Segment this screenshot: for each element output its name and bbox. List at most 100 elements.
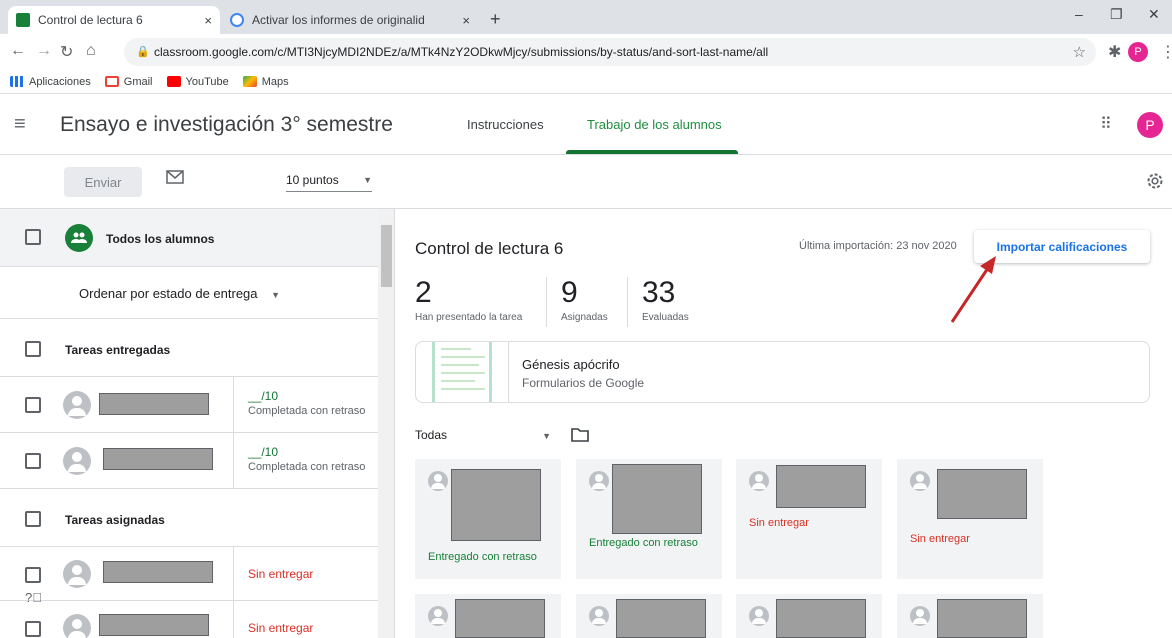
tab-student-work[interactable]: Trabajo de los alumnos (587, 117, 722, 132)
student-card[interactable]: Sin entregar (736, 459, 882, 579)
student-row[interactable]: Sin entregar (0, 547, 378, 601)
assignment-detail-panel: Control de lectura 6 Última importación:… (396, 209, 1172, 638)
bookmark-maps[interactable]: Maps (242, 76, 289, 88)
forward-icon[interactable]: → (36, 42, 52, 60)
submission-status: Completada con retraso (248, 405, 366, 417)
redacted-name (99, 393, 209, 415)
restore-icon[interactable]: ❐ (1110, 6, 1123, 23)
student-checkbox[interactable] (25, 621, 41, 637)
help-icon[interactable]: ?⃝ (25, 590, 42, 605)
student-checkbox[interactable] (25, 397, 41, 413)
sort-dropdown[interactable]: Ordenar por estado de entrega ▼ (79, 286, 280, 301)
send-button[interactable]: Enviar (64, 167, 142, 197)
section-header: Tareas entregadas (65, 343, 171, 357)
grade-cell[interactable]: Sin entregar (233, 601, 378, 638)
all-students-checkbox[interactable] (25, 229, 41, 245)
student-avatar (910, 471, 930, 491)
student-checkbox[interactable] (25, 567, 41, 583)
student-score: __/10 (248, 389, 279, 403)
attachment-title: Génesis apócrifo (522, 357, 620, 372)
section-checkbox[interactable] (25, 511, 41, 527)
student-card[interactable] (415, 594, 561, 638)
student-avatar (428, 606, 448, 626)
assigned-section-row: Tareas asignadas (0, 489, 378, 547)
close-window-icon[interactable]: ✕ (1148, 6, 1160, 23)
browser-tab[interactable]: Activar los informes de originalid × (222, 6, 478, 34)
student-checkbox[interactable] (25, 453, 41, 469)
stat-graded: 33 Evaluadas (642, 277, 689, 327)
group-icon (65, 224, 93, 252)
grade-cell[interactable]: __/10 Completada con retraso (233, 377, 378, 432)
menu-icon[interactable]: ≡ (14, 113, 26, 136)
extensions-icon[interactable]: ✱ (1108, 42, 1121, 62)
browser-profile-avatar[interactable]: P (1128, 42, 1148, 62)
redacted-submission (776, 599, 866, 638)
all-students-row[interactable]: Todos los alumnos (0, 209, 378, 267)
redacted-submission (937, 599, 1027, 638)
section-checkbox[interactable] (25, 341, 41, 357)
student-avatar (63, 391, 91, 419)
student-avatar (63, 560, 91, 588)
class-title[interactable]: Ensayo e investigación 3° semestre (60, 113, 393, 137)
browser-menu-icon[interactable]: ⋮ (1160, 42, 1172, 62)
student-card[interactable]: Entregado con retraso (415, 459, 561, 579)
stat-label: Asignadas (561, 312, 608, 323)
stat-divider (546, 277, 547, 327)
bookmark-youtube[interactable]: YouTube (166, 76, 229, 88)
address-bar[interactable]: 🔒 classroom.google.com/c/MTI3NjcyMDI2NDE… (124, 38, 1096, 66)
redacted-submission (616, 599, 706, 638)
account-avatar[interactable]: P (1137, 112, 1163, 138)
student-row[interactable]: __/10 Completada con retraso (0, 377, 378, 433)
bookmark-star-icon[interactable]: ☆ (1073, 43, 1086, 61)
action-bar: Enviar 10 puntos ▼ (0, 155, 1172, 209)
minimize-icon[interactable]: – (1075, 6, 1083, 22)
points-value: 10 puntos (286, 173, 339, 187)
attachment-card[interactable]: Génesis apócrifo Formularios de Google (415, 341, 1150, 403)
card-status: Entregado con retraso (428, 551, 537, 563)
assignment-title: Control de lectura 6 (415, 239, 564, 258)
home-icon[interactable]: ⌂ (86, 42, 96, 60)
redacted-submission (937, 469, 1027, 519)
student-card[interactable]: Sin entregar (897, 459, 1043, 579)
classroom-header: ≡ Ensayo e investigación 3° semestre Ins… (0, 95, 1172, 155)
close-tab-icon[interactable]: × (204, 13, 212, 28)
browser-tab-active[interactable]: Control de lectura 6 × (8, 6, 220, 34)
missing-status: Sin entregar (248, 621, 314, 635)
lock-icon: 🔒 (136, 46, 150, 58)
redacted-submission (776, 465, 866, 508)
import-grades-button[interactable]: Importar calificaciones (974, 230, 1150, 263)
student-avatar (428, 471, 448, 491)
browser-tab-bar: Control de lectura 6 × Activar los infor… (0, 0, 1172, 34)
bookmark-apps[interactable]: Aplicaciones (10, 76, 91, 88)
student-row[interactable]: __/10 Completada con retraso (0, 433, 378, 489)
tab-instructions[interactable]: Instrucciones (467, 117, 544, 132)
grade-cell[interactable]: Sin entregar (233, 547, 378, 600)
chevron-down-icon: ▼ (542, 431, 551, 441)
student-card[interactable] (736, 594, 882, 638)
student-card[interactable] (897, 594, 1043, 638)
email-icon[interactable] (166, 170, 184, 184)
google-apps-icon[interactable]: ⠿ (1100, 114, 1112, 134)
stat-value: 9 (561, 276, 578, 309)
redacted-name (99, 614, 209, 636)
back-icon[interactable]: ← (10, 42, 26, 60)
folder-icon[interactable] (571, 427, 589, 442)
filter-dropdown[interactable]: Todas ▼ (415, 428, 551, 442)
student-card[interactable]: Entregado con retraso (576, 459, 722, 579)
student-row[interactable]: Sin entregar (0, 601, 378, 638)
redacted-name (103, 561, 213, 583)
reload-icon[interactable]: ↻ (60, 42, 73, 62)
gear-icon[interactable] (1145, 171, 1165, 191)
scrollbar-thumb[interactable] (381, 225, 392, 287)
new-tab-button[interactable]: + (490, 9, 501, 30)
bookmarks-bar: Aplicaciones Gmail YouTube Maps (0, 70, 1172, 94)
close-tab-icon[interactable]: × (462, 13, 470, 28)
bookmark-gmail[interactable]: Gmail (104, 76, 153, 88)
points-dropdown[interactable]: 10 puntos ▼ (286, 173, 372, 192)
student-card[interactable] (576, 594, 722, 638)
card-status: Entregado con retraso (589, 537, 698, 549)
browser-toolbar: ← → ↻ ⌂ 🔒 classroom.google.com/c/MTI3Njc… (0, 34, 1172, 70)
stat-label: Han presentado la tarea (415, 312, 523, 323)
student-avatar (749, 471, 769, 491)
grade-cell[interactable]: __/10 Completada con retraso (233, 433, 378, 488)
